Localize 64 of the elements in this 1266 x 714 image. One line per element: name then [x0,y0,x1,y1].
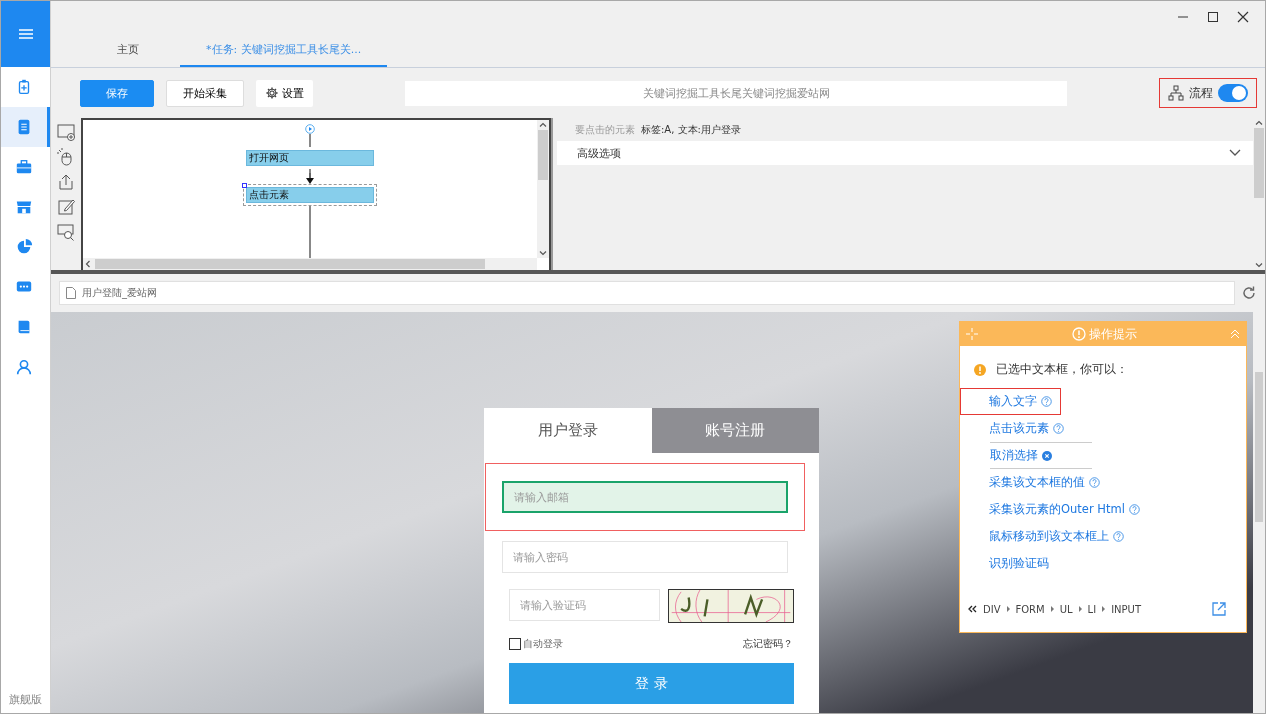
vertical-scrollbar[interactable] [1253,118,1265,270]
warning-icon [974,363,986,376]
upload-icon[interactable] [56,172,76,192]
external-link-icon[interactable] [1212,602,1226,616]
window-add-icon[interactable] [56,122,76,142]
flow-node[interactable]: 点击元素 [243,184,377,206]
property-label: 要点击的元素 [575,123,635,137]
maximize-icon[interactable] [1205,9,1221,25]
help-icon[interactable] [1041,396,1052,407]
action-link[interactable]: 采集该文本框的值 [960,469,1109,496]
horizontal-scrollbar[interactable] [83,258,537,270]
pie-chart-icon [15,238,33,256]
flow-node[interactable]: 打开网页 [243,147,377,169]
help-icon[interactable] [1113,531,1124,542]
chevron-icon [1229,149,1241,157]
task-name-field[interactable]: 关键词挖掘工具长尾关键词挖掘爱站网 [405,80,1067,106]
help-icon[interactable] [1089,477,1100,488]
tab[interactable]: 主页 [76,42,180,67]
edit-icon[interactable] [56,197,76,217]
breadcrumb-item[interactable]: INPUT [1111,603,1141,615]
text-input[interactable]: 请输入邮箱 [502,481,788,513]
flowchart-icon [1168,85,1184,101]
close-icon[interactable] [1235,9,1251,25]
help-icon[interactable] [1128,504,1140,515]
tip-message: 已选中文本框，你可以： [996,361,1128,378]
action-link[interactable]: 输入文字 [960,388,1061,415]
checkbox-label: 自动登录 [523,637,563,651]
briefcase-icon [15,158,33,176]
flow-label: 流程 [1189,84,1213,102]
action-link[interactable]: 识别验证码 [960,550,1058,577]
gear-icon [265,86,279,100]
captcha-image[interactable] [668,589,794,623]
refresh-icon[interactable] [1241,285,1257,301]
checkbox[interactable] [509,638,521,650]
settings-button[interactable]: 设置 [256,79,313,107]
start-collect-button[interactable]: 开始采集 [166,79,244,107]
help-icon[interactable] [1053,423,1064,434]
user-icon [15,358,33,376]
action-link[interactable]: 点击该元素 [960,415,1073,442]
flow-arrow [306,173,314,184]
flow-switch[interactable] [1218,84,1248,102]
action-link[interactable]: 鼠标移动到该文本框上 [960,523,1133,550]
double-chevron-icon[interactable] [968,605,977,613]
advanced-options-row[interactable]: 高级选项 [557,141,1253,165]
edition-label: 旗舰版 [8,692,43,708]
inspect-icon[interactable] [56,222,76,242]
property-value: 标签:A, 文本:用户登录 [641,123,741,137]
breadcrumb-item[interactable]: LI [1087,603,1097,615]
breadcrumb-item[interactable]: DIV [983,603,1001,615]
action-link[interactable]: 取消选择 [990,442,1092,469]
advanced-options-label: 高级选项 [577,145,621,161]
vertical-scrollbar[interactable] [537,120,549,258]
page-icon [66,287,76,299]
sidebar-item[interactable] [1,107,50,147]
address-bar[interactable]: 用户登陆_爱站网 [59,281,1235,305]
action-link[interactable]: 采集该元素的Outer Html [960,496,1149,523]
tip-title: 操作提示 [1088,325,1137,343]
forgot-password-link[interactable]: 忘记密码？ [743,637,793,651]
info-icon [1071,327,1086,341]
page-title: 用户登陆_爱站网 [82,286,157,300]
breadcrumb-item[interactable]: FORM [1015,603,1045,615]
breadcrumb-item[interactable]: UL [1059,603,1073,615]
start-icon [305,124,315,134]
menu-icon[interactable] [18,29,33,39]
